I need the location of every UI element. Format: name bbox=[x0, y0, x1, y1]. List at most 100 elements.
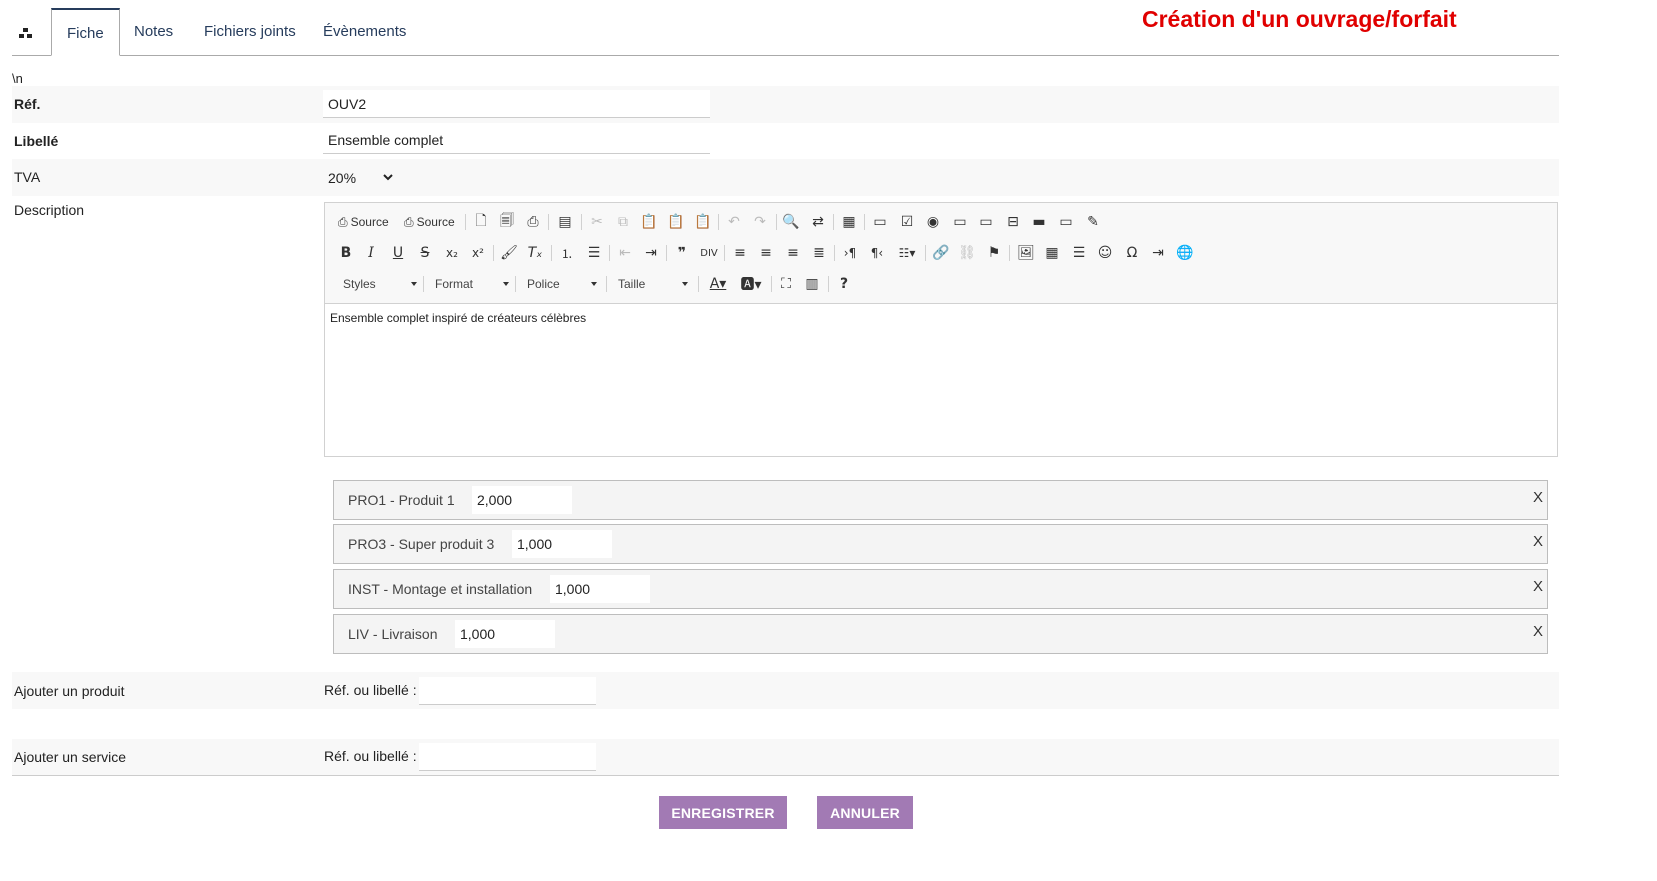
special-char-icon[interactable]: Ω bbox=[1121, 242, 1143, 264]
chevron-down-icon bbox=[411, 282, 417, 286]
background-color-icon[interactable]: 🅰▾ bbox=[737, 273, 765, 295]
undo-icon[interactable]: ↶ bbox=[723, 211, 745, 233]
radio-icon[interactable]: ◉ bbox=[922, 211, 944, 233]
font-combo-label: Police bbox=[527, 277, 560, 291]
language-icon[interactable]: ☷▾ bbox=[893, 242, 921, 264]
bullet-list-icon[interactable]: ☰ bbox=[583, 242, 605, 264]
tab-notes[interactable]: Notes bbox=[119, 8, 188, 56]
templates-icon[interactable]: ▤ bbox=[554, 211, 576, 233]
link-icon[interactable]: 🔗 bbox=[930, 242, 952, 264]
numbered-list-icon[interactable]: ⒈ bbox=[556, 242, 578, 264]
toolbar-separator bbox=[666, 245, 667, 261]
paste-word-icon[interactable]: 📋 bbox=[692, 211, 714, 233]
remove-product-button[interactable]: X bbox=[1533, 578, 1543, 595]
cancel-button[interactable]: ANNULER bbox=[817, 796, 913, 829]
rtl-icon[interactable]: ¶‹ bbox=[866, 242, 888, 264]
source-label: Source bbox=[350, 215, 389, 229]
text-color-icon[interactable]: A▾ bbox=[704, 273, 732, 295]
format-combo[interactable]: Format bbox=[429, 274, 513, 294]
italic-icon[interactable]: I bbox=[360, 242, 382, 264]
image-button-icon[interactable]: ▭ bbox=[1055, 211, 1077, 233]
unlink-icon[interactable]: ⛓ bbox=[956, 242, 978, 264]
redo-icon[interactable]: ↷ bbox=[749, 211, 771, 233]
tab-fiche[interactable]: Fiche bbox=[51, 8, 120, 56]
strikethrough-icon[interactable]: S bbox=[414, 242, 436, 264]
divider bbox=[12, 775, 1559, 776]
bold-icon[interactable]: B bbox=[335, 242, 357, 264]
paste-text-icon[interactable]: 📋 bbox=[665, 211, 687, 233]
align-left-icon[interactable]: ≡ bbox=[729, 242, 751, 264]
maximize-icon[interactable]: ⛶ bbox=[775, 273, 797, 295]
div-container-icon[interactable]: DIV bbox=[698, 242, 720, 264]
table-icon[interactable]: ▦ bbox=[1041, 242, 1063, 264]
smiley-icon[interactable]: ☺ bbox=[1094, 242, 1116, 264]
underline-icon[interactable]: U bbox=[387, 242, 409, 264]
form-icon[interactable]: ▭ bbox=[869, 211, 891, 233]
styles-combo[interactable]: Styles bbox=[337, 274, 421, 294]
hidden-field-icon[interactable]: ✎ bbox=[1082, 211, 1104, 233]
quantity-input[interactable]: 1,000 bbox=[512, 530, 612, 558]
anchor-icon[interactable]: ⚑ bbox=[983, 242, 1005, 264]
iframe-icon[interactable]: 🌐 bbox=[1174, 242, 1196, 264]
page-title: Création d'un ouvrage/forfait bbox=[1142, 6, 1457, 32]
superscript-icon[interactable]: x² bbox=[467, 242, 489, 264]
product-line: INST - Montage et installation 1,000 X bbox=[333, 569, 1548, 609]
horizontal-line-icon[interactable]: ☰ bbox=[1068, 242, 1090, 264]
quantity-input[interactable]: 1,000 bbox=[455, 620, 555, 648]
preview-icon[interactable]: 🗐 bbox=[496, 211, 518, 233]
remove-product-button[interactable]: X bbox=[1533, 489, 1543, 506]
quantity-input[interactable]: 2,000 bbox=[472, 486, 572, 514]
source-button[interactable]: ⎙ Source bbox=[338, 211, 389, 233]
new-page-icon[interactable]: 🗋 bbox=[470, 211, 492, 233]
find-icon[interactable]: 🔍 bbox=[780, 211, 802, 233]
description-label: Description bbox=[14, 202, 85, 218]
product-line: PRO1 - Produit 1 2,000 X bbox=[333, 480, 1548, 520]
add-product-input[interactable] bbox=[419, 677, 596, 705]
toolbar-separator bbox=[834, 245, 835, 261]
paste-icon[interactable]: 📋 bbox=[638, 211, 660, 233]
show-blocks-icon[interactable]: ▥ bbox=[801, 273, 823, 295]
select-field-icon[interactable]: ⊟ bbox=[1002, 211, 1024, 233]
ref-input[interactable] bbox=[323, 90, 710, 118]
select-all-icon[interactable]: ▦ bbox=[838, 211, 860, 233]
quantity-input[interactable]: 1,000 bbox=[550, 575, 650, 603]
save-button[interactable]: ENREGISTRER bbox=[659, 796, 787, 829]
print-icon[interactable]: ⎙ bbox=[522, 211, 544, 233]
editor-content[interactable]: Ensemble complet inspiré de créateurs cé… bbox=[330, 311, 586, 325]
blockquote-icon[interactable]: ❞ bbox=[671, 242, 693, 264]
tab-evenements[interactable]: Évènements bbox=[308, 8, 421, 56]
image-icon[interactable]: 🖼 bbox=[1015, 242, 1037, 264]
indent-icon[interactable]: ⇥ bbox=[640, 242, 662, 264]
align-justify-icon[interactable]: ≣ bbox=[808, 242, 830, 264]
add-service-input[interactable] bbox=[419, 743, 596, 771]
tab-fichiers-joints[interactable]: Fichiers joints bbox=[189, 8, 311, 56]
help-icon[interactable]: ? bbox=[833, 273, 855, 295]
button-field-icon[interactable]: ▬ bbox=[1028, 211, 1050, 233]
chevron-down-icon bbox=[383, 174, 393, 181]
tva-select[interactable]: 20% bbox=[328, 165, 396, 191]
remove-product-button[interactable]: X bbox=[1533, 533, 1543, 550]
libelle-input[interactable] bbox=[323, 126, 710, 154]
objects-icon[interactable] bbox=[16, 24, 36, 42]
remove-product-button[interactable]: X bbox=[1533, 623, 1543, 640]
toolbar-separator bbox=[828, 276, 829, 292]
styles-combo-label: Styles bbox=[343, 277, 376, 291]
ltr-icon[interactable]: ›¶ bbox=[839, 242, 861, 264]
remove-format-icon[interactable]: Tₓ bbox=[524, 242, 546, 264]
align-center-icon[interactable]: ≡ bbox=[755, 242, 777, 264]
size-combo[interactable]: Taille bbox=[612, 274, 692, 294]
text-field-icon[interactable]: ▭ bbox=[949, 211, 971, 233]
toolbar-separator bbox=[609, 245, 610, 261]
copy-icon[interactable]: ⧉ bbox=[612, 211, 634, 233]
font-combo[interactable]: Police bbox=[521, 274, 601, 294]
subscript-icon[interactable]: x₂ bbox=[441, 242, 463, 264]
align-right-icon[interactable]: ≡ bbox=[782, 242, 804, 264]
copy-format-icon[interactable]: 🖌 bbox=[498, 242, 520, 264]
textarea-icon[interactable]: ▭ bbox=[975, 211, 997, 233]
cut-icon[interactable]: ✂ bbox=[586, 211, 608, 233]
page-break-icon[interactable]: ⇥ bbox=[1147, 242, 1169, 264]
source-button-2[interactable]: ⎙ Source bbox=[404, 211, 455, 233]
replace-icon[interactable]: ⇄ bbox=[807, 211, 829, 233]
checkbox-icon[interactable]: ☑ bbox=[896, 211, 918, 233]
outdent-icon[interactable]: ⇤ bbox=[614, 242, 636, 264]
